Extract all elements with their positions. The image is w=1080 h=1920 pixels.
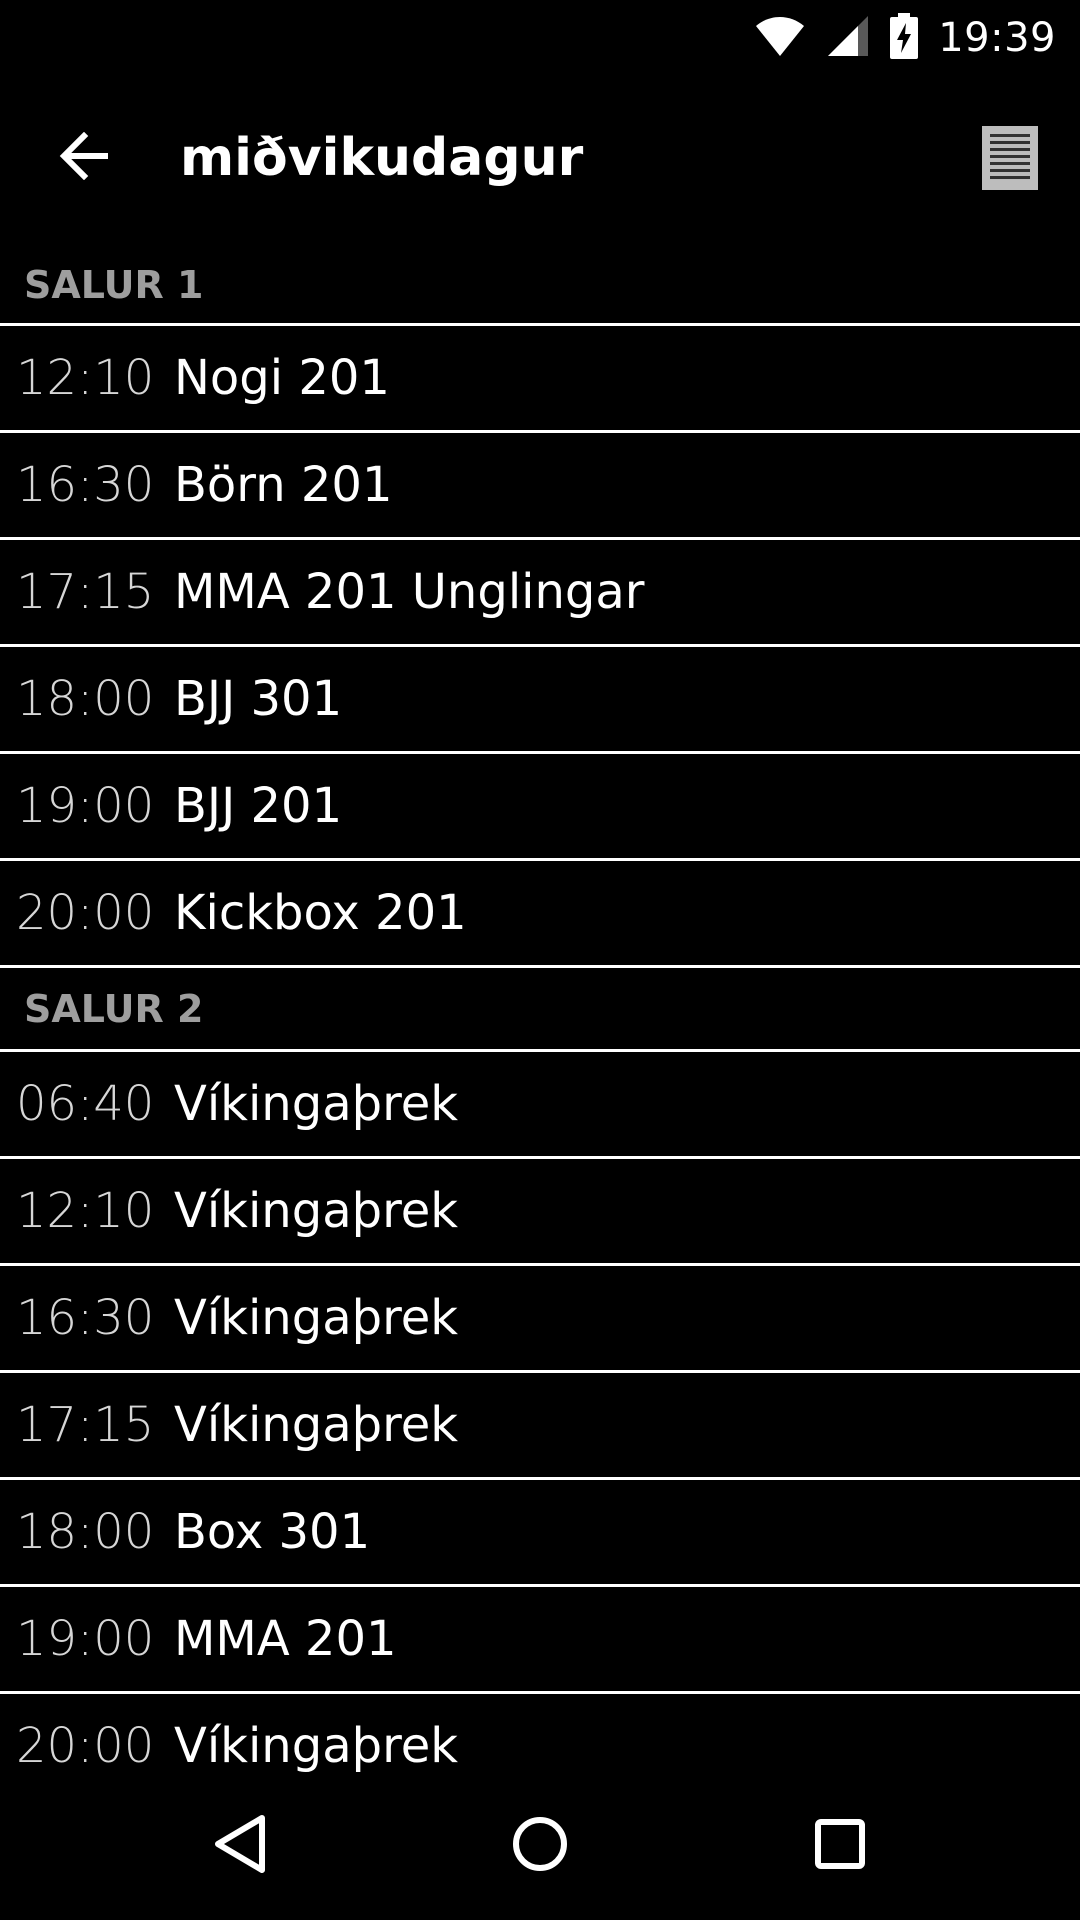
list-view-button[interactable] xyxy=(980,124,1040,192)
item-name: Nogi 201 xyxy=(174,350,390,406)
list-view-icon xyxy=(980,126,1040,196)
item-name: Börn 201 xyxy=(174,457,393,513)
item-time: 18:00 xyxy=(16,671,155,727)
item-time: 17:15 xyxy=(16,564,155,620)
item-time: 12:10 xyxy=(16,350,155,406)
item-time: 16:30 xyxy=(16,1290,155,1346)
system-nav-bar xyxy=(0,1776,1080,1920)
list-item[interactable]: 18:00 Box 301 xyxy=(0,1480,1080,1587)
item-time: 17:15 xyxy=(16,1397,155,1453)
item-time: 19:00 xyxy=(16,1611,155,1667)
list-item[interactable]: 18:00 BJJ 301 xyxy=(0,647,1080,754)
list-item[interactable]: 17:15 Víkingaþrek xyxy=(0,1373,1080,1480)
nav-recents-button[interactable] xyxy=(800,1806,880,1886)
page-title: miðvikudagur xyxy=(180,128,584,188)
schedule-list: SALUR 1 12:10 Nogi 201 16:30 Börn 201 17… xyxy=(0,246,1080,1801)
item-name: Víkingaþrek xyxy=(174,1183,459,1239)
status-icons: 19:39 xyxy=(754,10,1056,66)
recents-square-icon xyxy=(812,1816,868,1876)
section-header-salur-1: SALUR 1 xyxy=(0,246,1080,326)
home-circle-icon xyxy=(510,1814,570,1878)
item-name: BJJ 201 xyxy=(174,778,343,834)
list-item[interactable]: 19:00 BJJ 201 xyxy=(0,754,1080,861)
item-name: Víkingaþrek xyxy=(174,1076,459,1132)
screen: 19:39 miðvikudagur SALUR 1 12:10 Nogi 20… xyxy=(0,0,1080,1920)
status-bar: 19:39 xyxy=(0,0,1080,76)
nav-back-button[interactable] xyxy=(200,1806,280,1886)
wifi-icon xyxy=(754,14,806,62)
item-name: Box 301 xyxy=(174,1504,371,1560)
item-time: 06:40 xyxy=(16,1076,155,1132)
arrow-back-icon xyxy=(58,131,110,184)
item-name: Víkingaþrek xyxy=(174,1718,459,1774)
section-header-salur-2: SALUR 2 xyxy=(0,968,1080,1052)
list-item[interactable]: 17:15 MMA 201 Unglingar xyxy=(0,540,1080,647)
item-time: 20:00 xyxy=(16,885,155,941)
battery-charging-icon xyxy=(890,13,919,63)
back-triangle-icon xyxy=(210,1812,270,1880)
signal-icon xyxy=(826,14,870,62)
item-name: Víkingaþrek xyxy=(174,1397,459,1453)
list-item[interactable]: 12:10 Nogi 201 xyxy=(0,326,1080,433)
list-item[interactable]: 16:30 Börn 201 xyxy=(0,433,1080,540)
list-item[interactable]: 12:10 Víkingaþrek xyxy=(0,1159,1080,1266)
item-time: 18:00 xyxy=(16,1504,155,1560)
list-item[interactable]: 16:30 Víkingaþrek xyxy=(0,1266,1080,1373)
item-name: Kickbox 201 xyxy=(174,885,467,941)
back-button[interactable] xyxy=(48,122,120,194)
list-item[interactable]: 20:00 Kickbox 201 xyxy=(0,861,1080,968)
item-name: MMA 201 xyxy=(174,1611,397,1667)
item-time: 20:00 xyxy=(16,1718,155,1774)
item-name: BJJ 301 xyxy=(174,671,343,727)
list-item[interactable]: 19:00 MMA 201 xyxy=(0,1587,1080,1694)
list-item[interactable]: 06:40 Víkingaþrek xyxy=(0,1052,1080,1159)
nav-home-button[interactable] xyxy=(500,1806,580,1886)
item-time: 19:00 xyxy=(16,778,155,834)
item-time: 12:10 xyxy=(16,1183,155,1239)
item-time: 16:30 xyxy=(16,457,155,513)
item-name: Víkingaþrek xyxy=(174,1290,459,1346)
app-bar: miðvikudagur xyxy=(0,76,1080,246)
item-name: MMA 201 Unglingar xyxy=(174,564,645,620)
status-time: 19:39 xyxy=(938,15,1056,61)
